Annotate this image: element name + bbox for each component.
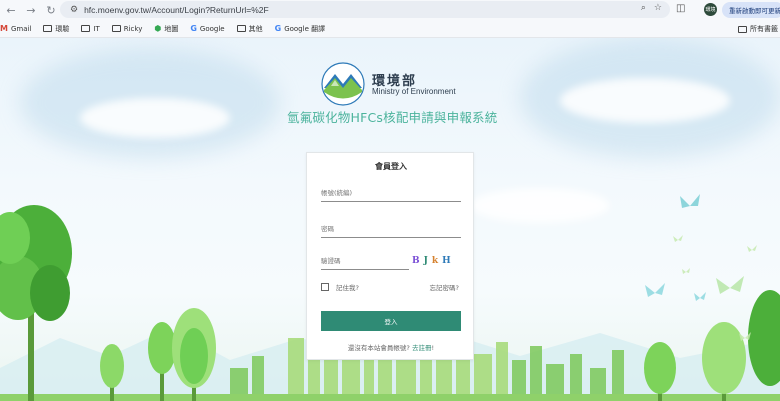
extensions-icon[interactable]: ◫ bbox=[676, 3, 685, 14]
remember-me[interactable]: 記住我? bbox=[321, 282, 359, 292]
bookmark-folder[interactable]: 其他 bbox=[236, 24, 263, 34]
url-text[interactable]: hfc.moenv.gov.tw/Account/Login?ReturnUrl… bbox=[84, 5, 269, 15]
bookmark-google[interactable]: G Google bbox=[190, 24, 224, 33]
register-prompt-text: 還沒有本站會員帳號? bbox=[347, 344, 410, 352]
google-icon: G bbox=[274, 24, 282, 33]
bookmark-label: IT bbox=[93, 24, 100, 33]
register-exclaim: ! bbox=[431, 344, 435, 352]
captcha-image[interactable]: B J k H bbox=[412, 256, 451, 266]
forgot-password-link[interactable]: 忘記密碼? bbox=[430, 282, 459, 292]
bookmark-folder[interactable]: Ricky bbox=[111, 24, 143, 33]
bookmark-label: 環驗 bbox=[55, 24, 70, 33]
bookmark-maps[interactable]: ⬢ 地圖 bbox=[154, 24, 178, 34]
folder-icon bbox=[236, 25, 246, 32]
site-info-icon[interactable]: ⚙ bbox=[70, 5, 78, 15]
back-icon[interactable]: ← bbox=[2, 1, 20, 19]
all-bookmarks-label: 所有書籤 bbox=[750, 25, 778, 33]
bookmark-star-icon[interactable]: ☆ bbox=[654, 3, 662, 13]
remember-checkbox[interactable] bbox=[321, 283, 329, 291]
bookmark-label: 其他 bbox=[248, 24, 263, 33]
login-card: 會員登入 B J k H 記住我? 忘記密碼? 登入 還沒有本站會員帳號? 去註… bbox=[306, 152, 474, 360]
captcha-char: B bbox=[412, 256, 420, 266]
bookmark-google-translate[interactable]: G Google 翻譯 bbox=[275, 24, 326, 34]
bookmark-folder[interactable]: IT bbox=[81, 24, 100, 33]
bookmark-label: Gmail bbox=[10, 24, 32, 33]
gmail-icon: M bbox=[0, 24, 8, 33]
zoom-icon[interactable]: ⌕ bbox=[641, 3, 646, 13]
account-input[interactable] bbox=[321, 185, 461, 202]
register-prompt: 還沒有本站會員帳號? 去註冊! bbox=[307, 342, 475, 352]
bookmark-label: Ricky bbox=[123, 24, 143, 33]
captcha-char: J bbox=[423, 256, 428, 266]
bookmark-folder[interactable]: 環驗 bbox=[43, 24, 69, 34]
captcha-char: k bbox=[431, 256, 439, 266]
browser-toolbar: ← → ↻ ⚙ hfc.moenv.gov.tw/Account/Login?R… bbox=[0, 0, 780, 20]
google-icon: G bbox=[190, 24, 197, 33]
register-link[interactable]: 去註冊 bbox=[412, 344, 432, 352]
ministry-logo-icon bbox=[321, 62, 365, 106]
folder-icon bbox=[81, 25, 91, 32]
captcha-char: H bbox=[442, 256, 451, 266]
forward-icon[interactable]: → bbox=[22, 1, 40, 19]
org-name-english: Ministry of Environment bbox=[372, 87, 456, 96]
captcha-input[interactable] bbox=[321, 253, 409, 270]
bookmarks-bar: M Gmail 環驗 IT Ricky ⬢ 地圖 G Google 其他 G G… bbox=[0, 20, 780, 38]
remember-label: 記住我? bbox=[336, 284, 359, 292]
bookmark-label: Google 翻譯 bbox=[284, 24, 326, 33]
system-title: 氫氟碳化物HFCs核配申請與申報系統 bbox=[287, 110, 498, 125]
address-bar[interactable]: ⚙ hfc.moenv.gov.tw/Account/Login?ReturnU… bbox=[60, 1, 670, 18]
folder-icon bbox=[738, 25, 747, 33]
folder-icon bbox=[43, 25, 53, 32]
login-page: 環境部 Ministry of Environment 氫氟碳化物HFCs核配申… bbox=[0, 38, 780, 401]
maps-icon: ⬢ bbox=[154, 24, 162, 33]
profile-avatar[interactable]: 環境 bbox=[704, 3, 717, 16]
password-input[interactable] bbox=[321, 221, 461, 238]
bookmark-gmail[interactable]: M Gmail bbox=[0, 24, 31, 33]
reload-icon[interactable]: ↻ bbox=[42, 1, 60, 19]
bookmark-label: 地圖 bbox=[164, 24, 179, 33]
login-button[interactable]: 登入 bbox=[321, 311, 461, 331]
folder-icon bbox=[111, 25, 121, 32]
bookmark-label: Google bbox=[199, 24, 225, 33]
login-title: 會員登入 bbox=[375, 162, 407, 171]
all-bookmarks[interactable]: 所有書籤 bbox=[738, 24, 778, 34]
update-button[interactable]: 重新啟動即可更新 bbox=[722, 2, 780, 18]
